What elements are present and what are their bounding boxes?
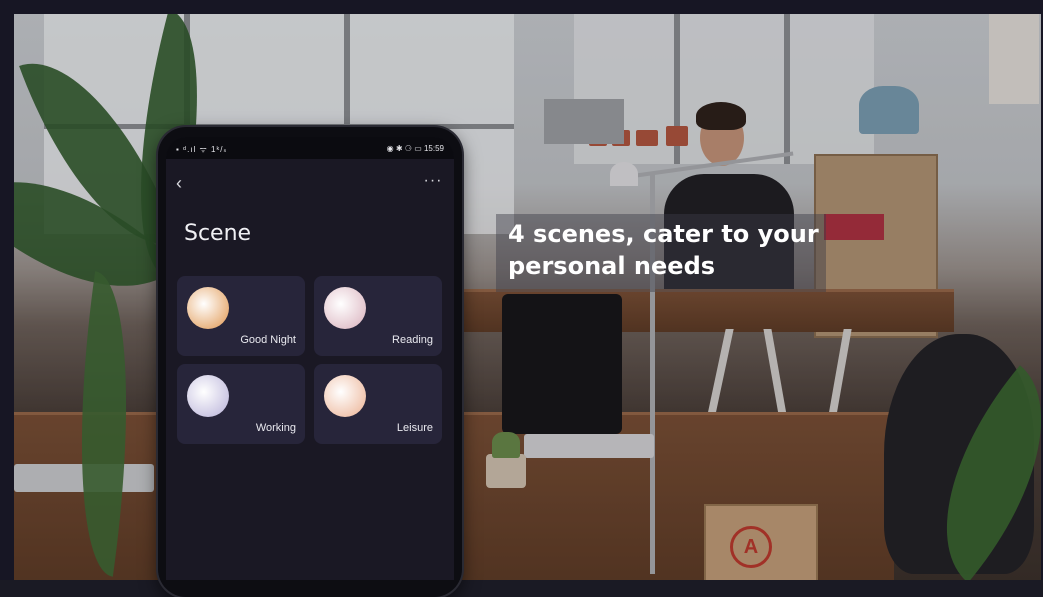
caption-line-2: personal needs: [508, 252, 716, 280]
more-options-button[interactable]: ···: [422, 173, 444, 193]
status-time-battery: ◉ ✱ ⚆ ▭ 15:59: [386, 144, 444, 153]
caption: 4 scenes, cater to your personal needs: [508, 218, 838, 282]
scene-label: Leisure: [396, 422, 433, 434]
scene-color-icon: [187, 287, 229, 329]
status-bar: ▪ ᵈ.ıl ᯤ 1ᵏ/ₛ ◉ ✱ ⚆ ▭ 15:59: [166, 137, 454, 159]
scene-color-icon: [187, 375, 229, 417]
caption-line-1: 4 scenes, cater to your: [508, 220, 819, 248]
chevron-left-icon: ‹: [176, 173, 182, 193]
page-title: Scene: [184, 221, 252, 246]
status-signal-icons: ▪ ᵈ.ıl ᯤ 1ᵏ/ₛ: [176, 145, 228, 154]
scene-label: Reading: [392, 334, 433, 346]
more-dots-icon: ···: [423, 172, 443, 189]
scene-color-icon: [324, 287, 366, 329]
scene-label: Working: [255, 422, 296, 434]
scene-card-reading[interactable]: Reading: [314, 276, 442, 356]
back-button[interactable]: ‹: [176, 173, 194, 193]
scene-card-leisure[interactable]: Leisure: [314, 364, 442, 444]
scene-card-good-night[interactable]: Good Night: [177, 276, 305, 356]
scene-card-working[interactable]: Working: [177, 364, 305, 444]
phone-screen: ▪ ᵈ.ıl ᯤ 1ᵏ/ₛ ◉ ✱ ⚆ ▭ 15:59 ‹ ··· Scene …: [166, 137, 454, 580]
scene-label: Good Night: [240, 334, 296, 346]
scene-color-icon: [324, 375, 366, 417]
